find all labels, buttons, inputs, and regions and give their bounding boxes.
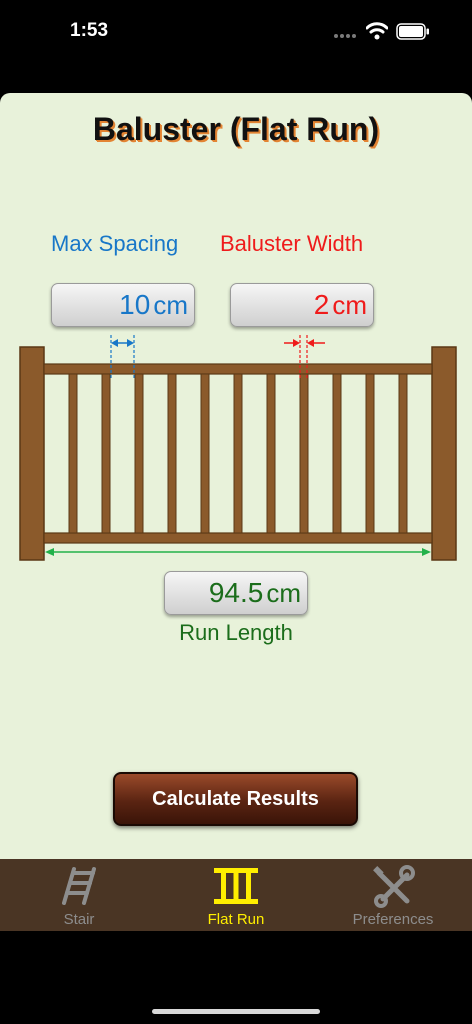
main-content: Baluster (Flat Run) Max Spacing Baluster…	[0, 93, 472, 859]
left-post	[19, 346, 45, 561]
stair-icon	[62, 867, 96, 905]
tab-stair-label: Stair	[63, 911, 95, 928]
battery-icon	[396, 23, 429, 40]
tab-flat-run[interactable]: Flat Run	[183, 859, 289, 931]
run-length-input[interactable]: 94.5 cm	[164, 571, 308, 615]
wifi-icon	[366, 22, 388, 40]
run-length-label: Run Length	[179, 620, 293, 645]
run-length-value: 94.5	[208, 577, 264, 608]
baluster	[332, 373, 342, 534]
balusters	[68, 373, 408, 534]
page-title: Baluster (Flat Run)	[92, 111, 380, 147]
baluster	[233, 373, 243, 534]
tab-flat-run-label: Flat Run	[207, 911, 265, 928]
baluster	[68, 373, 78, 534]
railing-diagram	[19, 335, 457, 561]
baluster	[398, 373, 408, 534]
calculate-results-button[interactable]: Calculate Results	[113, 772, 358, 826]
tab-bar: Stair Flat Run Preferences	[0, 859, 472, 931]
status-time: 1:53	[70, 20, 109, 41]
run-length-unit: cm	[266, 577, 301, 608]
tab-preferences[interactable]: Preferences	[333, 859, 453, 931]
tab-preferences-label: Preferences	[352, 911, 434, 928]
baluster	[365, 373, 375, 534]
home-indicator	[152, 1009, 320, 1014]
signal-dots-icon	[334, 25, 358, 38]
right-post	[431, 346, 457, 561]
railing-wood	[19, 346, 457, 561]
baluster	[266, 373, 276, 534]
bottom-rail	[43, 532, 433, 544]
baluster-width-value: 2	[313, 289, 330, 320]
run-length-dimension	[45, 548, 431, 556]
max-spacing-label: Max Spacing	[51, 231, 179, 256]
baluster	[167, 373, 177, 534]
baluster-width-unit: cm	[332, 289, 367, 320]
baluster-width-label: Baluster Width	[220, 231, 364, 256]
status-bar: 1:53	[0, 0, 472, 66]
baluster-width-input[interactable]: 2 cm	[230, 283, 374, 327]
max-spacing-value: 10	[119, 289, 151, 320]
baluster	[200, 373, 210, 534]
tab-stair[interactable]: Stair	[26, 859, 132, 931]
top-rail	[43, 363, 433, 375]
flat-run-icon	[214, 868, 258, 904]
tools-icon	[373, 865, 415, 908]
baluster	[134, 373, 144, 534]
max-spacing-input[interactable]: 10 cm	[51, 283, 195, 327]
max-spacing-unit: cm	[153, 289, 188, 320]
baluster	[299, 373, 309, 534]
baluster	[101, 373, 111, 534]
